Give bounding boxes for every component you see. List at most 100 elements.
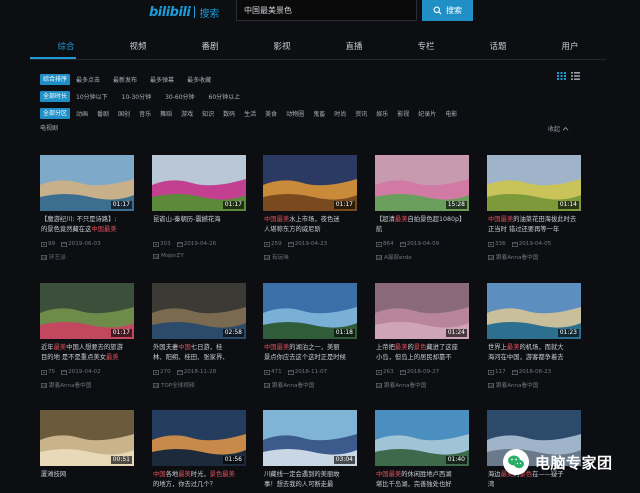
uploader[interactable]: UP 环艺派 (41, 253, 133, 261)
uploader[interactable]: UP MajorZY (153, 253, 245, 259)
filter-option[interactable]: 纪录片 (418, 109, 436, 118)
video-thumbnail[interactable]: 01:17 (40, 155, 134, 211)
tab-4[interactable]: 直播 (318, 37, 390, 59)
video-meta: 471 2018-11-07 (264, 369, 356, 375)
view-switcher (557, 72, 580, 80)
grid-view-icon[interactable] (557, 72, 566, 80)
uploader[interactable]: UP TOP全球视频 (153, 381, 245, 389)
video-thumbnail[interactable]: 01:23 (487, 283, 581, 339)
play-icon (376, 369, 382, 375)
uploader[interactable]: UP 有玩味 (264, 253, 356, 261)
filter-option[interactable]: 最多点击 (76, 75, 100, 84)
video-thumbnail[interactable]: 00:51 (40, 410, 134, 466)
filter-option[interactable]: 游戏 (181, 109, 193, 118)
video-title[interactable]: 昆嵛山-秦朝历-震撼花海 (153, 215, 245, 235)
filter-option[interactable]: 数码 (223, 109, 235, 118)
video-title[interactable]: 川藏线一定会遇到的美丽故 事！想去我的人可断走最 (264, 470, 356, 490)
video-thumbnail[interactable]: 01:17 (152, 155, 246, 211)
calendar-icon (399, 241, 406, 247)
tab-2[interactable]: 番剧 (174, 37, 246, 59)
video-thumbnail[interactable]: 03:04 (263, 410, 357, 466)
tab-1[interactable]: 视频 (102, 37, 174, 59)
video-title[interactable]: 中国最美的休闲胜地卢西湖 堪比千岛湖，完善独处也好 (376, 470, 468, 490)
video-title[interactable]: 外国夫妻中国七日游，桂 林、阳朔、桂田、张家界、 (153, 343, 245, 363)
video-thumbnail[interactable]: 01:40 (375, 410, 469, 466)
filter-option[interactable]: 最多弹幕 (150, 75, 174, 84)
search-button[interactable]: 搜索 (422, 0, 473, 21)
play-icon (41, 369, 47, 375)
uploader[interactable]: UP 跟着Anna看中国 (488, 381, 580, 389)
uploader[interactable]: UP 跟着Anna看中国 (41, 381, 133, 389)
video-thumbnail[interactable]: 01:14 (487, 155, 581, 211)
video-title[interactable]: 中国最美的湖泊之一，美丽 景点你应去这个这时正是时候 (264, 343, 356, 363)
filter-option[interactable]: 鬼畜 (313, 109, 325, 118)
video-thumbnail[interactable]: 01:56 (152, 410, 246, 466)
watermark-text: 电脑专家团 (535, 453, 613, 472)
filter-chip-active[interactable]: 综合排序 (40, 74, 71, 85)
filter-option[interactable]: 电视剧 (40, 123, 58, 132)
filter-option[interactable]: 30-60分钟 (165, 92, 194, 101)
filter-option[interactable]: 美食 (265, 109, 277, 118)
video-thumbnail[interactable]: 01:18 (263, 283, 357, 339)
video-thumbnail[interactable]: 01:17 (263, 155, 357, 211)
filter-option[interactable]: 舞蹈 (160, 109, 172, 118)
tab-7[interactable]: 用户 (534, 37, 606, 59)
video-title[interactable]: 中国最美水上市场，夜色迷 人堪称东方的威尼斯 (264, 215, 356, 235)
list-view-icon[interactable] (571, 72, 580, 80)
video-thumbnail[interactable]: 01:24 (375, 283, 469, 339)
filter-option[interactable]: 动画 (76, 109, 88, 118)
video-title[interactable]: 厦滩技网 (41, 470, 133, 490)
video-meta: 270 2018-11-28 (153, 369, 245, 375)
play-count: 471 (264, 369, 282, 375)
play-count: 336 (488, 241, 506, 247)
filter-option[interactable]: 影视 (397, 109, 409, 118)
video-title[interactable]: 中国各地最美时光，景色最美 的地方，你去过几个？ (153, 470, 245, 490)
video-thumbnail[interactable]: 02:58 (152, 283, 246, 339)
filter-option[interactable]: 时尚 (334, 109, 346, 118)
uploader[interactable]: UP 跟着Anna看中国 (488, 253, 580, 261)
filter-option[interactable]: 最新发布 (113, 75, 137, 84)
filter-option[interactable]: 知识 (202, 109, 214, 118)
video-duration: 01:14 (557, 201, 579, 209)
filter-option[interactable]: 动物圈 (286, 109, 304, 118)
tab-6[interactable]: 话题 (462, 37, 534, 59)
video-title[interactable]: 【超清最美自拍景色超1080p】航拍中国最美的一处花开美景 四月最 (376, 215, 468, 235)
tab-0[interactable]: 综合 (30, 37, 102, 59)
uploader[interactable]: UP A骊部erde (376, 253, 468, 261)
filter-chip-active[interactable]: 全部分区 (40, 108, 71, 119)
video-title[interactable]: 世界上最美的机场，而就大 海河在中国，游客都争着去 (488, 343, 580, 363)
video-duration: 01:17 (222, 201, 244, 209)
video-title[interactable]: 上帝把最美的景色藏进了这座 小岛，但岛上的居民却靠不 (376, 343, 468, 363)
collapse-filters-button[interactable]: 收起 (548, 124, 569, 133)
video-thumbnail[interactable]: 15:28 (375, 155, 469, 211)
video-title[interactable]: 中国最美的油菜花田海拔此时去 正当时 错过还要再等一年 (488, 215, 580, 235)
filter-option[interactable]: 电影 (445, 109, 457, 118)
filter-option[interactable]: 娱乐 (376, 109, 388, 118)
uploader[interactable]: UP 跟着Anna看中国 (376, 381, 468, 389)
search-input[interactable]: 中国最美景色 (236, 0, 417, 21)
upload-date: 2019-04-26 (176, 241, 216, 247)
filter-option[interactable]: 国创 (118, 109, 130, 118)
bilibili-logo[interactable]: bilibili 搜索 (149, 3, 219, 21)
calendar-icon (399, 369, 406, 375)
video-thumbnail[interactable]: 01:17 (40, 283, 134, 339)
tab-3[interactable]: 影视 (246, 37, 318, 59)
play-count: 117 (488, 369, 506, 375)
filter-option[interactable]: 10-30分钟 (122, 92, 151, 101)
uploader[interactable]: UP 跟着Anna看中国 (264, 381, 356, 389)
video-title[interactable]: 【魔游纪川: 不只是诗路】: 的景色竟然藏在这中国最美 (41, 215, 133, 235)
filter-option[interactable]: 音乐 (139, 109, 151, 118)
filter-chip-active[interactable]: 全部时长 (40, 91, 71, 102)
filter-option[interactable]: 60分钟以上 (209, 92, 241, 101)
filter-option[interactable]: 资讯 (355, 109, 367, 118)
video-title[interactable]: 近年最美中国人想要去的旅游 目的地 是不是重点美女最美 (41, 343, 133, 363)
filter-option[interactable]: 10分钟以下 (76, 92, 108, 101)
tab-5[interactable]: 专栏 (390, 37, 462, 59)
filter-option[interactable]: 番剧 (97, 109, 109, 118)
play-count: 864 (376, 241, 394, 247)
svg-text:UP: UP (154, 255, 159, 259)
filter-option[interactable]: 生活 (244, 109, 256, 118)
filter-option[interactable]: 最多收藏 (187, 75, 211, 84)
video-duration: 01:40 (445, 456, 467, 464)
upload-date: 2019-04-09 (399, 241, 439, 247)
